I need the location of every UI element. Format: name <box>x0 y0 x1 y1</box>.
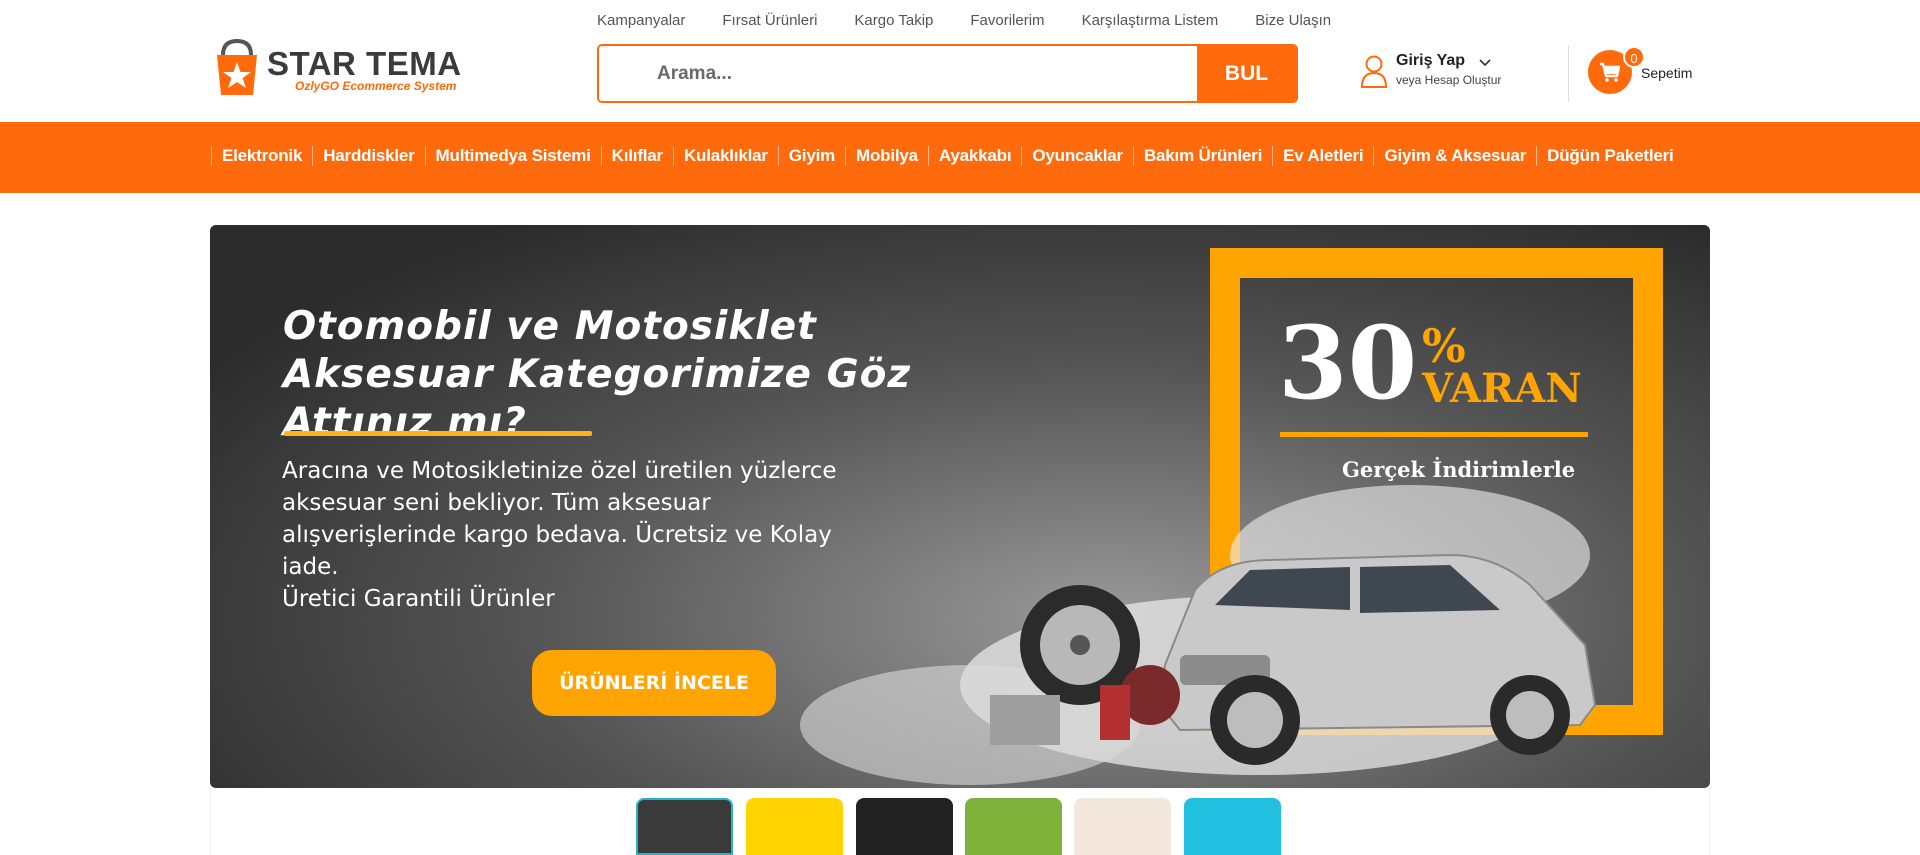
hero-banner[interactable]: Otomobil ve Motosiklet Aksesuar Kategori… <box>210 225 1710 788</box>
top-link-kampanyalar[interactable]: Kampanyalar <box>597 12 685 29</box>
top-link-bize-ulasin[interactable]: Bize Ulaşın <box>1255 12 1331 29</box>
nav-item-harddiskler[interactable]: Harddiskler <box>312 146 424 166</box>
top-link-kargo-takip[interactable]: Kargo Takip <box>854 12 933 29</box>
search-input[interactable] <box>599 46 1197 101</box>
nav-item-kiliflar[interactable]: Kılıflar <box>600 146 673 166</box>
nav-item-dugun-paketleri[interactable]: Düğün Paketleri <box>1536 146 1683 166</box>
logo-text: STAR TEMA <box>267 45 462 82</box>
nav-item-ayakkabi[interactable]: Ayakkabı <box>927 146 1021 166</box>
category-nav: Elektronik Harddiskler Multimedya Sistem… <box>0 122 1920 193</box>
nav-item-mobilya[interactable]: Mobilya <box>845 146 928 166</box>
nav-item-multimedya-sistemi[interactable]: Multimedya Sistemi <box>424 146 601 166</box>
site-header: STAR TEMA OzlyGO Ecommerce System Kampan… <box>0 0 1920 122</box>
nav-item-bakim-urunleri[interactable]: Bakım Ürünleri <box>1132 146 1272 166</box>
user-icon <box>1360 55 1388 88</box>
top-links: Kampanyalar Fırsat Ürünleri Kargo Takip … <box>597 12 1368 29</box>
nav-item-oyuncaklar[interactable]: Oyuncaklar <box>1021 146 1133 166</box>
slider-thumbnails <box>210 788 1710 855</box>
shopping-bag-star-icon <box>217 38 257 95</box>
nav-item-elektronik[interactable]: Elektronik <box>211 146 312 166</box>
top-link-karsilastirma-listem[interactable]: Karşılaştırma Listem <box>1082 12 1219 29</box>
slider-thumbnail[interactable] <box>1074 798 1171 855</box>
cart-label: Sepetim <box>1641 65 1693 81</box>
slider-thumbnail[interactable] <box>636 798 733 855</box>
chevron-down-icon <box>1479 59 1491 67</box>
slider-thumbnail[interactable] <box>965 798 1062 855</box>
nav-item-ev-aletleri[interactable]: Ev Aletleri <box>1272 146 1373 166</box>
search-button[interactable]: BUL <box>1197 46 1296 101</box>
header-divider <box>1568 45 1569 102</box>
top-link-favorilerim[interactable]: Favorilerim <box>970 12 1044 29</box>
nav-item-giyim[interactable]: Giyim <box>777 146 845 166</box>
car-and-parts-image <box>800 485 1597 785</box>
search-bar: BUL <box>597 44 1298 103</box>
slider-thumbnail[interactable] <box>1184 798 1281 855</box>
logo-subtitle: OzlyGO Ecommerce System <box>295 79 457 93</box>
site-logo[interactable]: STAR TEMA OzlyGO Ecommerce System <box>213 37 463 97</box>
login-link[interactable]: Giriş Yap <box>1396 52 1465 70</box>
nav-item-kulakliklar[interactable]: Kulaklıklar <box>672 146 778 166</box>
nav-item-giyim-aksesuar[interactable]: Giyim & Aksesuar <box>1373 146 1536 166</box>
cart-button[interactable]: 0 Sepetim <box>1588 46 1708 96</box>
slider-thumbnail[interactable] <box>856 798 953 855</box>
register-link[interactable]: veya Hesap Oluştur <box>1396 73 1501 87</box>
slider-thumbnail[interactable] <box>746 798 843 855</box>
top-link-firsat-urunleri[interactable]: Fırsat Ürünleri <box>722 12 817 29</box>
